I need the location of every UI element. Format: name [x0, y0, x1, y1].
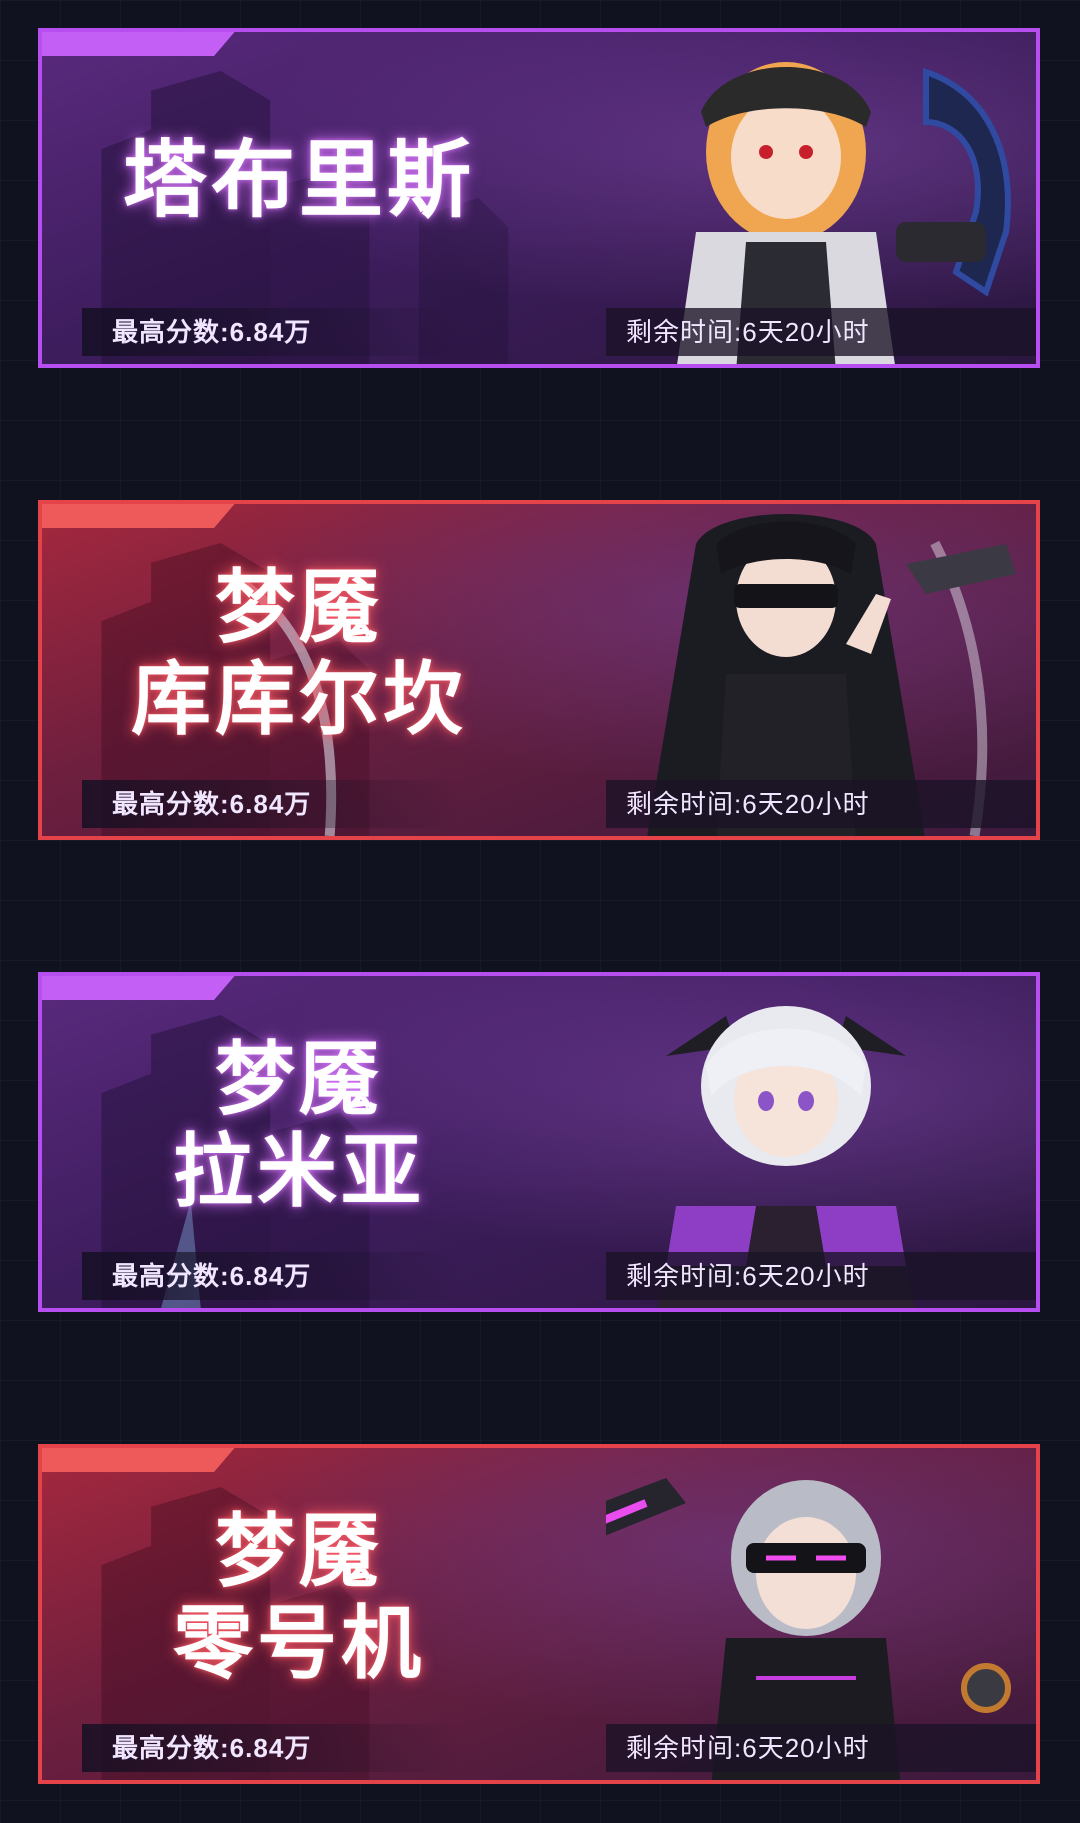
- high-score: 最高分数:6.84万: [82, 1724, 462, 1772]
- timer-value: 6天20小时: [742, 317, 870, 347]
- score-value: 6.84万: [229, 317, 312, 347]
- boss-prefix-line: 梦魇: [215, 1507, 383, 1596]
- boss-name-line: 零号机: [173, 1599, 425, 1688]
- score-label: 最高分数:: [112, 317, 230, 347]
- timer-label: 剩余时间:: [626, 1733, 743, 1763]
- stat-bar: 最高分数:6.84万 剩余时间:6天20小时: [42, 308, 1036, 356]
- score-value: 6.84万: [229, 1261, 312, 1291]
- high-score: 最高分数:6.84万: [82, 308, 462, 356]
- corner-notch: [42, 32, 238, 56]
- event-card-tabris[interactable]: 塔布里斯 最高分数:6.84万 剩余时间:6天20小时: [38, 28, 1040, 368]
- boss-name-line: 库库尔坎: [131, 655, 467, 744]
- score-value: 6.84万: [229, 789, 312, 819]
- timer-value: 6天20小时: [742, 1733, 870, 1763]
- event-card-kukulkan[interactable]: 梦魇 库库尔坎 最高分数:6.84万 剩余时间:6天20小时: [38, 500, 1040, 840]
- timer-label: 剩余时间:: [626, 317, 743, 347]
- timer-label: 剩余时间:: [626, 1261, 743, 1291]
- stat-bar: 最高分数:6.84万 剩余时间:6天20小时: [42, 1724, 1036, 1772]
- score-value: 6.84万: [229, 1733, 312, 1763]
- boss-prefix-line: 梦魇: [215, 1035, 383, 1124]
- high-score: 最高分数:6.84万: [82, 780, 462, 828]
- corner-notch: [42, 504, 238, 528]
- timer-label: 剩余时间:: [626, 789, 743, 819]
- boss-title: 塔布里斯: [82, 132, 516, 229]
- high-score: 最高分数:6.84万: [82, 1252, 462, 1300]
- time-remaining: 剩余时间:6天20小时: [606, 780, 1036, 828]
- score-label: 最高分数:: [112, 789, 230, 819]
- timer-value: 6天20小时: [742, 789, 870, 819]
- event-card-lamia[interactable]: 梦魇 拉米亚 最高分数:6.84万 剩余时间:6天20小时: [38, 972, 1040, 1312]
- corner-notch: [42, 1448, 238, 1472]
- boss-title: 梦魇 库库尔坎: [82, 562, 516, 746]
- time-remaining: 剩余时间:6天20小时: [606, 1724, 1036, 1772]
- score-label: 最高分数:: [112, 1261, 230, 1291]
- boss-prefix-line: 梦魇: [215, 563, 383, 652]
- boss-name-line: 拉米亚: [173, 1127, 425, 1216]
- boss-title: 梦魇 零号机: [82, 1506, 516, 1690]
- score-label: 最高分数:: [112, 1733, 230, 1763]
- event-card-zero[interactable]: 梦魇 零号机 最高分数:6.84万 剩余时间:6天20小时: [38, 1444, 1040, 1784]
- timer-value: 6天20小时: [742, 1261, 870, 1291]
- boss-title: 梦魇 拉米亚: [82, 1034, 516, 1218]
- stat-bar: 最高分数:6.84万 剩余时间:6天20小时: [42, 1252, 1036, 1300]
- stat-bar: 最高分数:6.84万 剩余时间:6天20小时: [42, 780, 1036, 828]
- time-remaining: 剩余时间:6天20小时: [606, 308, 1036, 356]
- boss-name-line: 塔布里斯: [122, 133, 475, 227]
- time-remaining: 剩余时间:6天20小时: [606, 1252, 1036, 1300]
- corner-notch: [42, 976, 238, 1000]
